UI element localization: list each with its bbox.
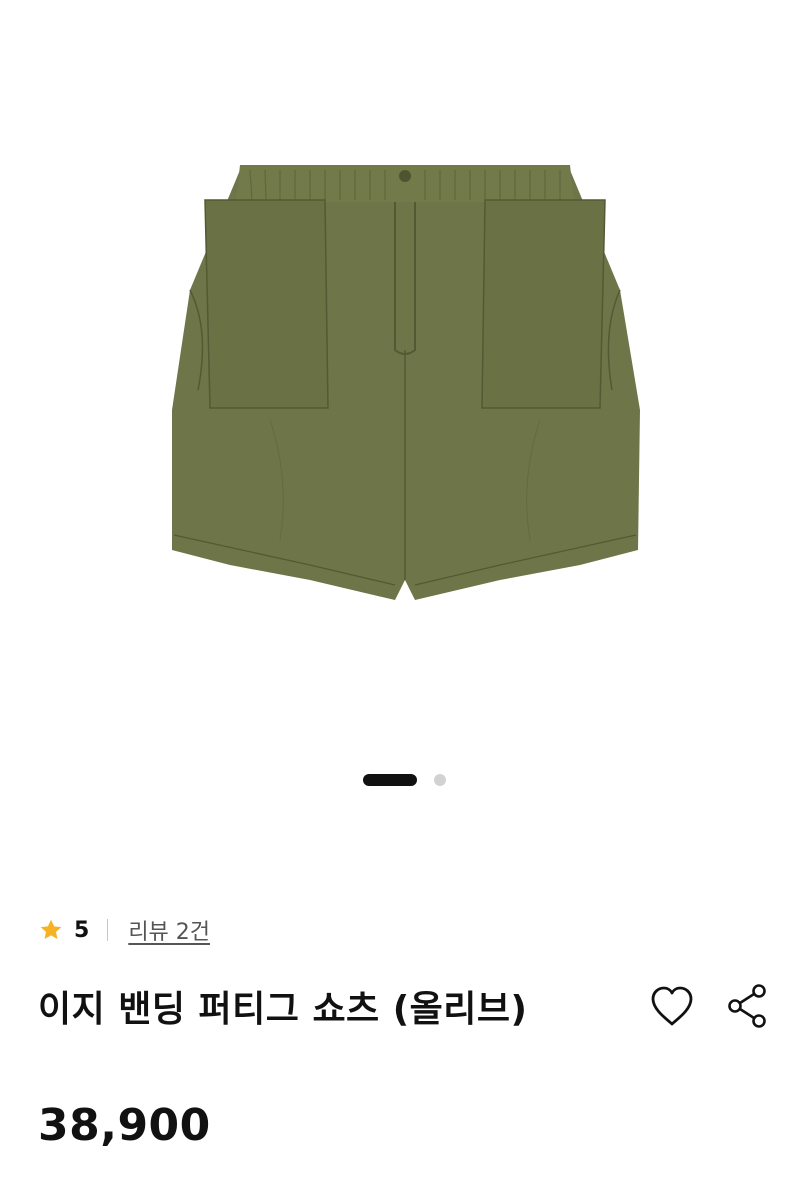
share-button[interactable] <box>724 982 772 1030</box>
divider <box>107 919 109 941</box>
heart-icon <box>651 986 693 1026</box>
rating-score: 5 <box>74 917 90 943</box>
olive-shorts-image <box>172 165 640 600</box>
pager-dot[interactable] <box>434 774 446 786</box>
rating-row: 5 리뷰 2건 <box>38 912 210 948</box>
review-count-link[interactable]: 리뷰 2건 <box>128 914 210 946</box>
product-actions <box>648 982 772 1030</box>
like-button[interactable] <box>648 982 696 1030</box>
star-icon <box>40 919 62 939</box>
product-image-gallery[interactable] <box>0 0 810 840</box>
gallery-pager[interactable] <box>0 773 810 787</box>
product-price: 38,900 <box>38 1100 211 1151</box>
pager-dot-active[interactable] <box>363 774 417 786</box>
product-title: 이지 밴딩 퍼티그 쇼츠 (올리브) <box>38 989 528 1030</box>
share-icon <box>728 984 766 1028</box>
